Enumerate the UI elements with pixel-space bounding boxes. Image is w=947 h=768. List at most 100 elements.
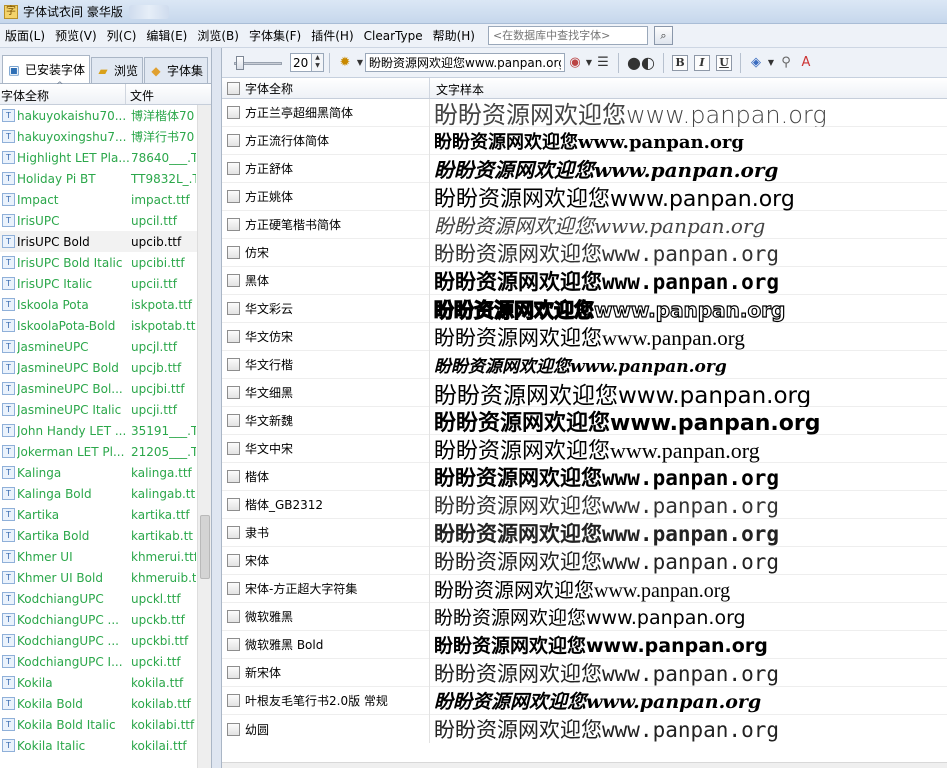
sun-icon[interactable]: ✹ <box>335 53 355 73</box>
row-checkbox[interactable] <box>227 386 240 399</box>
font-list-row[interactable]: T JasmineUPC Italic upcji.ttf <box>0 399 211 420</box>
menu-browse[interactable]: 浏览(B) <box>192 27 244 44</box>
menu-preview[interactable]: 预览(V) <box>50 27 102 44</box>
font-list-row[interactable]: T Impact impact.ttf <box>0 189 211 210</box>
preview-row[interactable]: 黑体 盼盼资源网欢迎您www.panpan.org <box>222 266 947 295</box>
preview-row[interactable]: 华文中宋 盼盼资源网欢迎您www.panpan.org <box>222 434 947 463</box>
menu-plugins[interactable]: 插件(H) <box>306 27 358 44</box>
tab-installed-fonts[interactable]: ▣ 已安装字体 <box>2 55 91 83</box>
font-list-row[interactable]: T KodchiangUPC upckl.ttf <box>0 588 211 609</box>
preview-row[interactable]: 方正流行体简体 盼盼资源网欢迎您www.panpan.org <box>222 126 947 155</box>
preview-row[interactable]: 华文细黑 盼盼资源网欢迎您www.panpan.org <box>222 378 947 407</box>
font-list-row[interactable]: T Jokerman LET Pl... 21205___.T <box>0 441 211 462</box>
preview-row[interactable]: 方正兰亭超细黑简体 盼盼资源网欢迎您www.panpan.org <box>222 98 947 127</box>
row-checkbox[interactable] <box>227 526 240 539</box>
column-header-sample[interactable]: 文字样本 <box>430 78 484 98</box>
font-list-row[interactable]: T KodchiangUPC ... upckb.ttf <box>0 609 211 630</box>
row-checkbox[interactable] <box>227 330 240 343</box>
font-list-row[interactable]: Thakuyokaishu70... 博洋楷体70 <box>0 105 211 126</box>
preview-row[interactable]: 方正姚体 盼盼资源网欢迎您www.panpan.org <box>222 182 947 211</box>
menu-layout[interactable]: 版面(L) <box>0 27 50 44</box>
preview-row[interactable]: 微软雅黑 Bold 盼盼资源网欢迎您www.panpan.org <box>222 630 947 659</box>
sample-text-input[interactable] <box>365 53 565 72</box>
font-list-row[interactable]: T Kokila kokila.ttf <box>0 672 211 693</box>
font-list-row[interactable]: T Kokila Italic kokilai.ttf <box>0 735 211 756</box>
row-checkbox[interactable] <box>227 666 240 679</box>
preview-row[interactable]: 叶根友毛笔行书2.0版 常规 盼盼资源网欢迎您www.panpan.org <box>222 686 947 715</box>
font-properties-icon[interactable]: ⚲ <box>776 53 796 73</box>
font-list-row[interactable]: T IrisUPC Bold Italic upcibi.ttf <box>0 252 211 273</box>
font-list-row[interactable]: T Khmer UI khmerui.ttf <box>0 546 211 567</box>
row-checkbox[interactable] <box>227 638 240 651</box>
menu-cleartype[interactable]: ClearType <box>359 29 428 43</box>
search-go-button[interactable]: ⌕ <box>653 26 673 45</box>
preview-row[interactable]: 仿宋 盼盼资源网欢迎您www.panpan.org <box>222 238 947 267</box>
size-slider[interactable] <box>234 55 282 70</box>
font-list-row[interactable]: T KodchiangUPC ... upckbi.ttf <box>0 630 211 651</box>
select-all-checkbox[interactable] <box>227 81 240 95</box>
font-list-row[interactable]: T Holiday Pi BT TT9832L_.T <box>0 168 211 189</box>
menu-edit[interactable]: 编辑(E) <box>141 27 192 44</box>
font-list-row[interactable]: T Kalinga Bold kalingab.tt <box>0 483 211 504</box>
row-checkbox[interactable] <box>227 582 240 595</box>
preview-row[interactable]: 宋体-方正超大字符集 盼盼资源网欢迎您www.panpan.org <box>222 574 947 603</box>
row-checkbox[interactable] <box>227 134 240 147</box>
underline-button[interactable]: U <box>716 54 732 71</box>
sample-history-icon[interactable]: ◉ <box>565 53 585 73</box>
preview-row[interactable]: 华文行楷 盼盼资源网欢迎您www.panpan.org <box>222 350 947 379</box>
preview-row[interactable]: 新宋体 盼盼资源网欢迎您www.panpan.org <box>222 658 947 687</box>
menu-font-sets[interactable]: 字体集(F) <box>244 27 306 44</box>
preview-row[interactable]: 方正舒体 盼盼资源网欢迎您www.panpan.org <box>222 154 947 183</box>
preview-row[interactable]: 华文新魏 盼盼资源网欢迎您www.panpan.org <box>222 406 947 435</box>
tab-browse[interactable]: ▰ 浏览 <box>91 57 144 83</box>
font-list-row[interactable]: T Kartika kartika.ttf <box>0 504 211 525</box>
font-list-row[interactable]: T JasmineUPC upcjl.ttf <box>0 336 211 357</box>
font-list-row[interactable]: T John Handy LET ... 35191___.T <box>0 420 211 441</box>
row-checkbox[interactable] <box>227 106 240 119</box>
row-checkbox[interactable] <box>227 610 240 623</box>
row-checkbox[interactable] <box>227 442 240 455</box>
list-lines-icon[interactable]: ☰ <box>593 53 613 73</box>
font-list-scroll-thumb[interactable] <box>200 515 210 579</box>
dropdown-arrow-icon[interactable]: ▼ <box>355 53 365 73</box>
preview-row[interactable]: 华文彩云 盼盼资源网欢迎您www.panpan.org <box>222 294 947 323</box>
text-color-icon[interactable]: A <box>796 53 816 73</box>
font-list-row[interactable]: T JasmineUPC Bold upcjb.ttf <box>0 357 211 378</box>
preview-row[interactable]: 华文仿宋 盼盼资源网欢迎您www.panpan.org <box>222 322 947 351</box>
font-list-row[interactable]: T IrisUPC upcil.ttf <box>0 210 211 231</box>
tab-font-sets[interactable]: ◆ 字体集 <box>144 57 209 83</box>
preview-horizontal-scrollbar[interactable] <box>222 762 947 768</box>
row-checkbox[interactable] <box>227 694 240 707</box>
row-checkbox[interactable] <box>227 358 240 371</box>
row-checkbox[interactable] <box>227 470 240 483</box>
column-header-font-name[interactable]: 字体全称 ^ <box>0 81 126 104</box>
row-checkbox[interactable] <box>227 274 240 287</box>
font-list-row[interactable]: T Iskoola Pota iskpota.ttf <box>0 294 211 315</box>
font-list-row[interactable]: T Kokila Bold kokilab.ttf <box>0 693 211 714</box>
panel-splitter[interactable] <box>212 48 222 768</box>
bold-button[interactable]: B <box>672 54 688 71</box>
row-checkbox[interactable] <box>227 554 240 567</box>
font-list-row[interactable]: T Highlight LET Pla... 78640___.T <box>0 147 211 168</box>
preview-row[interactable]: 楷体 盼盼资源网欢迎您www.panpan.org <box>222 462 947 491</box>
size-slider-knob[interactable] <box>236 55 244 70</box>
font-size-stepper[interactable]: ▲ ▼ <box>312 53 324 72</box>
font-size-input[interactable] <box>290 53 312 72</box>
font-list-row[interactable]: T IrisUPC Italic upcii.ttf <box>0 273 211 294</box>
database-search-input[interactable] <box>487 26 648 45</box>
menu-columns[interactable]: 列(C) <box>102 27 142 44</box>
font-list-row[interactable]: T JasmineUPC Bol... upcjbi.ttf <box>0 378 211 399</box>
preview-row[interactable]: 微软雅黑 盼盼资源网欢迎您www.panpan.org <box>222 602 947 631</box>
row-checkbox[interactable] <box>227 190 240 203</box>
font-list-row[interactable]: Thakuyoxingshu7... 博洋行书70 <box>0 126 211 147</box>
color-palette-icon[interactable]: ●◐ <box>624 53 658 73</box>
font-list-scrollbar[interactable] <box>197 105 211 768</box>
preview-row[interactable]: 楷体_GB2312 盼盼资源网欢迎您www.panpan.org <box>222 490 947 519</box>
column-header-file[interactable]: 文件 <box>126 84 154 104</box>
font-list-row[interactable]: T Kalinga kalinga.ttf <box>0 462 211 483</box>
row-checkbox[interactable] <box>227 218 240 231</box>
dropdown-arrow-icon[interactable]: ▼ <box>585 53 593 73</box>
row-checkbox[interactable] <box>227 302 240 315</box>
italic-button[interactable]: I <box>694 54 710 71</box>
row-checkbox[interactable] <box>227 722 240 736</box>
